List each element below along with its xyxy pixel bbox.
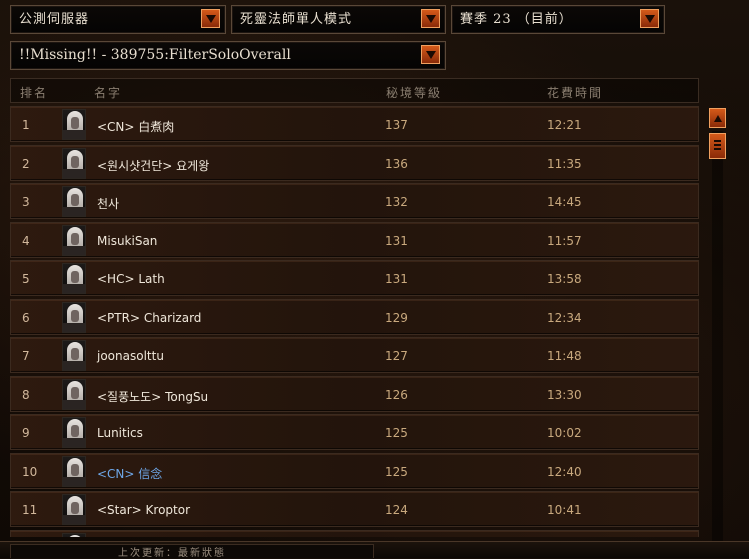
table-row[interactable]: 3 천사 132 14:45: [10, 183, 699, 219]
row-rank: 3: [22, 195, 30, 209]
category-dropdown[interactable]: !!Missing!! - 389755:FilterSoloOverall: [10, 41, 446, 70]
chevron-down-icon[interactable]: [201, 9, 220, 28]
table-row[interactable]: 5 <HC> Lath 131 13:58: [10, 260, 699, 296]
table-header: 排名 名字 秘境等級 花費時間: [10, 78, 699, 103]
row-rank: 9: [22, 426, 30, 440]
row-name: 천사: [97, 197, 120, 211]
row-time: 11:57: [547, 233, 582, 248]
row-rank: 7: [22, 349, 30, 363]
table-row[interactable]: 7 joonasolttu 127 11:48: [10, 337, 699, 373]
necromancer-portrait-icon: [62, 455, 86, 487]
chevron-down-icon[interactable]: [421, 9, 440, 28]
mode-dropdown-label: 死靈法師單人模式: [240, 12, 353, 27]
necromancer-portrait-icon: [62, 186, 86, 217]
row-time: 11:35: [547, 156, 582, 171]
row-time: 10:41: [547, 503, 582, 517]
table-row[interactable]: 9 Lunitics 125 10:02: [10, 414, 699, 450]
row-rank: 11: [22, 503, 38, 517]
necromancer-portrait-icon: [62, 417, 86, 448]
table-row[interactable]: 4 MisukiSan 131 11:57: [10, 221, 699, 258]
row-name: <CN> 白煮肉: [97, 120, 175, 134]
season-dropdown[interactable]: 賽季 23 （目前）: [451, 5, 665, 34]
row-name: Lunitics: [97, 426, 143, 440]
row-time: 10:02: [547, 426, 582, 440]
row-level: 131: [385, 233, 408, 248]
row-rank: 4: [22, 233, 30, 248]
scrollbar-track[interactable]: [712, 131, 723, 541]
row-level: 124: [385, 503, 408, 517]
mode-dropdown[interactable]: 死靈法師單人模式: [231, 5, 446, 34]
row-level: 129: [385, 310, 408, 325]
row-name: <Star> Kroptor: [97, 503, 191, 517]
row-rank: 8: [22, 387, 30, 402]
table-row[interactable]: 10 <CN> 信念 125 12:40: [10, 452, 699, 489]
season-dropdown-label: 賽季 23 （目前）: [460, 12, 573, 27]
row-name: <원시샷건단> 요게왕: [97, 158, 210, 173]
chevron-down-icon[interactable]: [640, 9, 659, 28]
row-level: 125: [385, 464, 408, 479]
row-time: 14:45: [547, 195, 582, 209]
row-rank: 6: [22, 310, 30, 325]
row-level: 131: [385, 272, 408, 286]
table-row[interactable]: 8 <질풍노도> TongSu 126 13:30: [10, 375, 699, 412]
necromancer-portrait-icon: [62, 494, 86, 525]
necromancer-portrait-icon: [62, 224, 86, 256]
category-dropdown-label: !!Missing!! - 389755:FilterSoloOverall: [19, 47, 291, 63]
row-name: MisukiSan: [97, 233, 158, 248]
row-name: <HC> Lath: [97, 272, 165, 286]
row-rank: 2: [22, 156, 30, 171]
necromancer-portrait-icon: [62, 109, 86, 140]
row-time: 12:21: [547, 118, 582, 132]
table-row[interactable]: 6 <PTR> Charizard 129 12:34: [10, 298, 699, 335]
header-rank[interactable]: 排名: [20, 84, 48, 101]
chevron-down-icon[interactable]: [421, 45, 440, 64]
row-name: <PTR> Charizard: [97, 310, 202, 325]
row-time: 11:48: [547, 349, 582, 363]
necromancer-portrait-icon: [62, 263, 86, 294]
row-level: 132: [385, 195, 408, 209]
row-time: 12:34: [547, 310, 582, 325]
scrollbar-thumb[interactable]: [709, 133, 726, 159]
row-name: <CN> 信念: [97, 466, 163, 481]
leaderboard-list: 1 <CN> 白煮肉 137 12:21 2 <원시샷건단> 요게왕 136 11:35 3 천사…: [10, 106, 699, 537]
necromancer-portrait-icon: [62, 147, 86, 179]
row-time: 12:40: [547, 464, 582, 479]
row-level: 137: [385, 118, 408, 132]
header-name[interactable]: 名字: [94, 84, 122, 101]
row-level: 125: [385, 426, 408, 440]
necromancer-portrait-icon: [62, 378, 86, 410]
row-rank: 5: [22, 272, 30, 286]
necromancer-portrait-icon: [62, 301, 86, 333]
table-row[interactable]: 1 <CN> 白煮肉 137 12:21: [10, 106, 699, 142]
row-level: 127: [385, 349, 408, 363]
table-row[interactable]: 2 <원시샷건단> 요게왕 136 11:35: [10, 144, 699, 181]
necromancer-portrait-icon: [62, 340, 86, 371]
row-level: 126: [385, 387, 408, 402]
footer-bar: 上次更新：最新狀態: [0, 541, 749, 559]
row-rank: 10: [22, 464, 38, 479]
row-time: 13:58: [547, 272, 582, 286]
row-name: joonasolttu: [97, 349, 164, 363]
server-dropdown[interactable]: 公測伺服器: [10, 5, 226, 34]
necromancer-portrait-icon: [62, 532, 86, 537]
row-level: 136: [385, 156, 408, 171]
table-row[interactable]: 1212411:00: [10, 529, 699, 537]
scroll-up-icon[interactable]: [709, 108, 726, 128]
header-time[interactable]: 花費時間: [547, 84, 603, 101]
row-time: 13:30: [547, 387, 582, 402]
table-row[interactable]: 11 <Star> Kroptor 124 10:41: [10, 491, 699, 527]
server-dropdown-label: 公測伺服器: [19, 12, 90, 27]
row-name: <질풍노도> TongSu: [97, 389, 209, 404]
row-rank: 1: [22, 118, 30, 132]
header-level[interactable]: 秘境等級: [386, 84, 442, 101]
